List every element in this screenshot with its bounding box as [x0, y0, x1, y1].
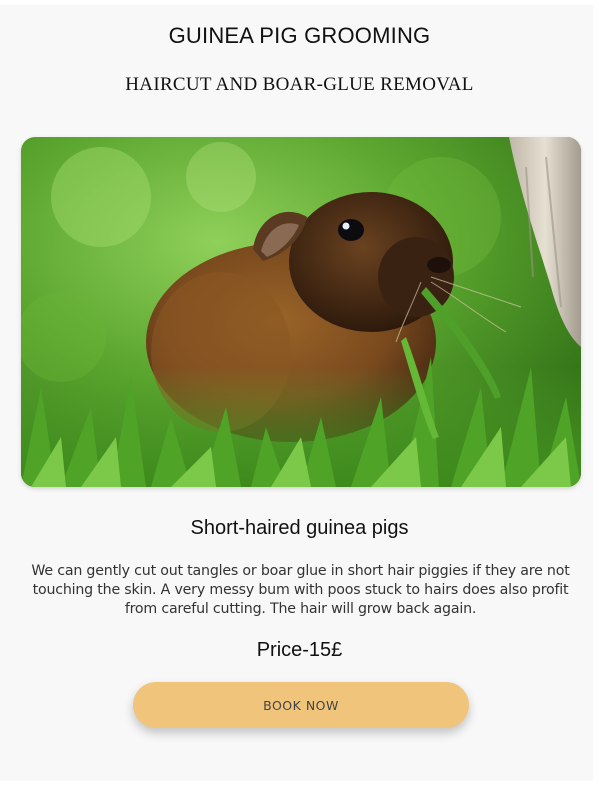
book-now-button[interactable]: BOOK NOW	[133, 682, 469, 728]
guinea-pig-photo	[21, 137, 581, 487]
service-title: Short-haired guinea pigs	[190, 517, 409, 539]
page-subtitle: HAIRCUT AND BOAR-GLUE REMOVAL	[125, 74, 474, 95]
page-title: GUINEA PIG GROOMING	[168, 23, 431, 48]
service-description: We can gently cut out tangles or boar gl…	[31, 563, 570, 617]
service-price: Price-15£	[256, 639, 343, 661]
